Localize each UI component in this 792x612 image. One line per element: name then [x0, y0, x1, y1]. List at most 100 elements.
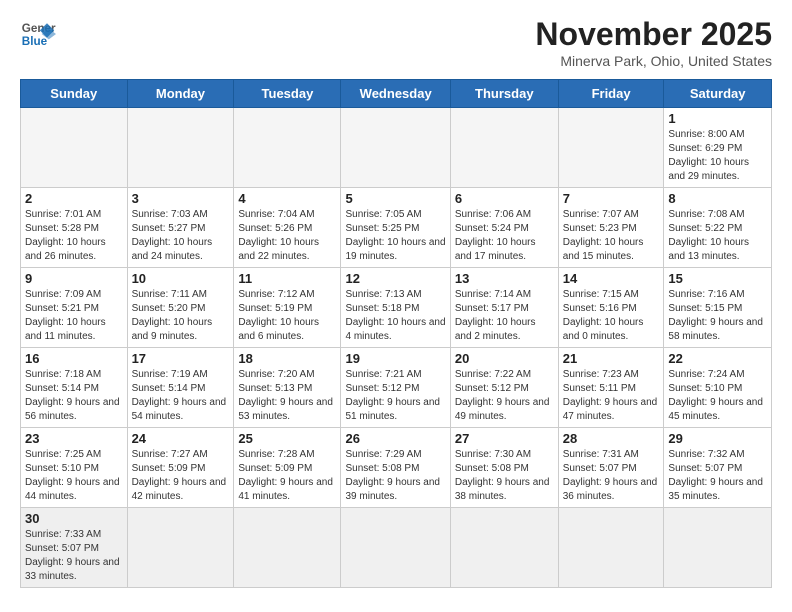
day-number: 8 [668, 191, 767, 206]
logo: General Blue [20, 16, 56, 52]
day-info: Sunrise: 7:15 AMSunset: 5:16 PMDaylight:… [563, 288, 660, 344]
day-number: 22 [668, 351, 767, 366]
calendar-cell: 26 Sunrise: 7:29 AMSunset: 5:08 PMDayligh… [341, 428, 450, 508]
calendar-week-row: 23 Sunrise: 7:25 AMSunset: 5:10 PMDayligh… [21, 428, 772, 508]
calendar-week-row: 9 Sunrise: 7:09 AMSunset: 5:21 PMDaylight… [21, 268, 772, 348]
calendar-cell: 24Sunrise: 7:27 AMSunset: 5:09 PMDayligh… [127, 428, 234, 508]
day-number: 4 [238, 191, 336, 206]
day-info: Sunrise: 7:07 AMSunset: 5:23 PMDaylight:… [563, 208, 660, 264]
day-info: Sunrise: 7:14 AMSunset: 5:17 PMDaylight:… [455, 288, 554, 344]
calendar-cell: 27Sunrise: 7:30 AMSunset: 5:08 PMDayligh… [450, 428, 558, 508]
day-info: Sunrise: 7:21 AMSunset: 5:12 PMDaylight:… [345, 368, 445, 424]
day-info: Sunrise: 7:32 AMSunset: 5:07 PMDaylight:… [668, 448, 767, 504]
day-number: 28 [563, 431, 660, 446]
day-number: 11 [238, 271, 336, 286]
day-info: Sunrise: 7:24 AMSunset: 5:10 PMDaylight:… [668, 368, 767, 424]
day-number: 3 [132, 191, 230, 206]
calendar-week-row: 30 Sunrise: 7:33 AMSunset: 5:07 PMDayligh… [21, 508, 772, 588]
calendar-cell: 23 Sunrise: 7:25 AMSunset: 5:10 PMDayligh… [21, 428, 128, 508]
calendar-cell: 9 Sunrise: 7:09 AMSunset: 5:21 PMDaylight… [21, 268, 128, 348]
calendar-header-sunday: Sunday [21, 80, 128, 108]
day-info: Sunrise: 7:31 AMSunset: 5:07 PMDaylight:… [563, 448, 660, 504]
day-info: Sunrise: 7:25 AMSunset: 5:10 PMDaylight:… [25, 448, 123, 504]
calendar-cell: 1Sunrise: 8:00 AMSunset: 6:29 PMDaylight… [664, 108, 772, 188]
calendar-header-thursday: Thursday [450, 80, 558, 108]
calendar-cell: 21 Sunrise: 7:23 AMSunset: 5:11 PMDayligh… [558, 348, 664, 428]
day-number: 10 [132, 271, 230, 286]
calendar-cell [127, 108, 234, 188]
calendar-week-row: 16Sunrise: 7:18 AMSunset: 5:14 PMDayligh… [21, 348, 772, 428]
location: Minerva Park, Ohio, United States [535, 53, 772, 69]
day-info: Sunrise: 7:05 AMSunset: 5:25 PMDaylight:… [345, 208, 445, 264]
day-number: 15 [668, 271, 767, 286]
calendar-cell: 7Sunrise: 7:07 AMSunset: 5:23 PMDaylight… [558, 188, 664, 268]
calendar-header-monday: Monday [127, 80, 234, 108]
calendar-cell [664, 508, 772, 588]
calendar-cell: 4 Sunrise: 7:04 AMSunset: 5:26 PMDaylight… [234, 188, 341, 268]
calendar-cell [558, 508, 664, 588]
day-number: 26 [345, 431, 445, 446]
day-info: Sunrise: 7:20 AMSunset: 5:13 PMDaylight:… [238, 368, 336, 424]
calendar-cell [21, 108, 128, 188]
day-info: Sunrise: 7:13 AMSunset: 5:18 PMDaylight:… [345, 288, 445, 344]
calendar-week-row: 2 Sunrise: 7:01 AMSunset: 5:28 PMDaylight… [21, 188, 772, 268]
calendar-cell: 8Sunrise: 7:08 AMSunset: 5:22 PMDaylight… [664, 188, 772, 268]
svg-text:Blue: Blue [22, 35, 48, 48]
day-info: Sunrise: 7:33 AMSunset: 5:07 PMDaylight:… [25, 528, 123, 584]
calendar-cell: 29 Sunrise: 7:32 AMSunset: 5:07 PMDayligh… [664, 428, 772, 508]
calendar-cell: 25 Sunrise: 7:28 AMSunset: 5:09 PMDayligh… [234, 428, 341, 508]
calendar-cell [450, 108, 558, 188]
calendar-cell [234, 508, 341, 588]
calendar-header-row: SundayMondayTuesdayWednesdayThursdayFrid… [21, 80, 772, 108]
day-number: 30 [25, 511, 123, 526]
day-info: Sunrise: 7:04 AMSunset: 5:26 PMDaylight:… [238, 208, 336, 264]
calendar-cell: 20Sunrise: 7:22 AMSunset: 5:12 PMDayligh… [450, 348, 558, 428]
calendar-cell: 28 Sunrise: 7:31 AMSunset: 5:07 PMDayligh… [558, 428, 664, 508]
day-number: 5 [345, 191, 445, 206]
day-number: 2 [25, 191, 123, 206]
calendar-cell [341, 108, 450, 188]
calendar-cell: 11 Sunrise: 7:12 AMSunset: 5:19 PMDayligh… [234, 268, 341, 348]
calendar-header-saturday: Saturday [664, 80, 772, 108]
calendar-cell: 13Sunrise: 7:14 AMSunset: 5:17 PMDayligh… [450, 268, 558, 348]
calendar-cell: 5 Sunrise: 7:05 AMSunset: 5:25 PMDaylight… [341, 188, 450, 268]
day-number: 12 [345, 271, 445, 286]
day-info: Sunrise: 7:06 AMSunset: 5:24 PMDaylight:… [455, 208, 554, 264]
day-number: 18 [238, 351, 336, 366]
calendar-cell: 12 Sunrise: 7:13 AMSunset: 5:18 PMDayligh… [341, 268, 450, 348]
calendar-cell [450, 508, 558, 588]
day-number: 9 [25, 271, 123, 286]
month-title: November 2025 [535, 16, 772, 53]
calendar-week-row: 1Sunrise: 8:00 AMSunset: 6:29 PMDaylight… [21, 108, 772, 188]
day-info: Sunrise: 7:28 AMSunset: 5:09 PMDaylight:… [238, 448, 336, 504]
calendar-cell: 14Sunrise: 7:15 AMSunset: 5:16 PMDayligh… [558, 268, 664, 348]
calendar-cell: 18 Sunrise: 7:20 AMSunset: 5:13 PMDayligh… [234, 348, 341, 428]
day-number: 23 [25, 431, 123, 446]
day-info: Sunrise: 7:16 AMSunset: 5:15 PMDaylight:… [668, 288, 767, 344]
calendar-header-tuesday: Tuesday [234, 80, 341, 108]
calendar-header-wednesday: Wednesday [341, 80, 450, 108]
day-info: Sunrise: 7:09 AMSunset: 5:21 PMDaylight:… [25, 288, 123, 344]
day-info: Sunrise: 7:01 AMSunset: 5:28 PMDaylight:… [25, 208, 123, 264]
calendar-cell: 16Sunrise: 7:18 AMSunset: 5:14 PMDayligh… [21, 348, 128, 428]
day-info: Sunrise: 7:27 AMSunset: 5:09 PMDaylight:… [132, 448, 230, 504]
page: General Blue November 2025 Minerva Park,… [0, 0, 792, 608]
calendar-cell [127, 508, 234, 588]
day-number: 29 [668, 431, 767, 446]
calendar-table: SundayMondayTuesdayWednesdayThursdayFrid… [20, 79, 772, 588]
calendar-cell: 17Sunrise: 7:19 AMSunset: 5:14 PMDayligh… [127, 348, 234, 428]
day-info: Sunrise: 7:30 AMSunset: 5:08 PMDaylight:… [455, 448, 554, 504]
calendar-cell: 19 Sunrise: 7:21 AMSunset: 5:12 PMDayligh… [341, 348, 450, 428]
calendar-cell [234, 108, 341, 188]
day-info: Sunrise: 7:29 AMSunset: 5:08 PMDaylight:… [345, 448, 445, 504]
title-block: November 2025 Minerva Park, Ohio, United… [535, 16, 772, 69]
header: General Blue November 2025 Minerva Park,… [20, 16, 772, 69]
calendar-header-friday: Friday [558, 80, 664, 108]
day-info: Sunrise: 7:23 AMSunset: 5:11 PMDaylight:… [563, 368, 660, 424]
generalblue-logo-icon: General Blue [20, 16, 56, 52]
day-number: 19 [345, 351, 445, 366]
calendar-cell: 6Sunrise: 7:06 AMSunset: 5:24 PMDaylight… [450, 188, 558, 268]
day-number: 21 [563, 351, 660, 366]
day-number: 25 [238, 431, 336, 446]
day-info: Sunrise: 7:12 AMSunset: 5:19 PMDaylight:… [238, 288, 336, 344]
